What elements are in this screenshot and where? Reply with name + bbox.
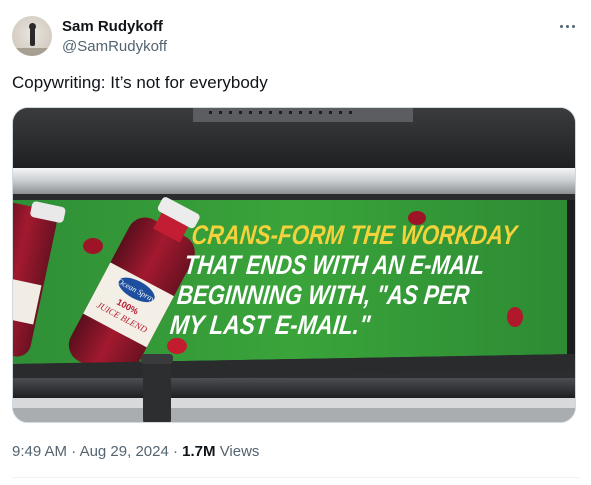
avatar-figure [30,28,35,46]
meta-separator: · [172,443,178,460]
tweet-text: Copywriting: It’s not for everybody [12,73,268,92]
author-display-name[interactable]: Sam Rudykoff [62,18,163,35]
tweet-media[interactable]: ND Ocean Spray 100% JUICE BLEND CRANS-FO… [12,107,576,423]
tweet-date[interactable]: Aug 29, 2024 [80,443,169,460]
handrail [13,378,575,398]
tweet-meta: 9:49 AM · Aug 29, 2024 · 1.7M Views [12,443,259,460]
author-handle[interactable]: @SamRudykoff [62,38,167,55]
cranberry [83,238,103,254]
avatar[interactable] [12,16,52,56]
tweet-header: Sam Rudykoff @SamRudykoff [12,14,579,62]
views-count[interactable]: 1.7M [182,443,215,460]
rail-bracket [143,360,171,422]
cranberry [507,307,523,327]
ad-line-1: CRANS-FORM THE WORKDAY [190,219,521,250]
cranberry [167,338,187,354]
ad-photo: ND Ocean Spray 100% JUICE BLEND CRANS-FO… [13,108,575,422]
meta-separator: · [71,443,77,460]
tweet-time[interactable]: 9:49 AM [12,443,67,460]
more-options-icon[interactable] [555,16,579,36]
ad-line-4: MY LAST E-MAIL." [169,309,373,340]
ad-line-2: THAT ENDS WITH AN E-MAIL [183,249,486,280]
ceiling-vent [193,108,413,122]
ad-line-3: BEGINNING WITH, "AS PER [176,279,472,310]
light-strip [13,168,575,194]
divider [12,477,579,478]
avatar-ground [12,48,52,56]
views-label: Views [219,443,260,460]
